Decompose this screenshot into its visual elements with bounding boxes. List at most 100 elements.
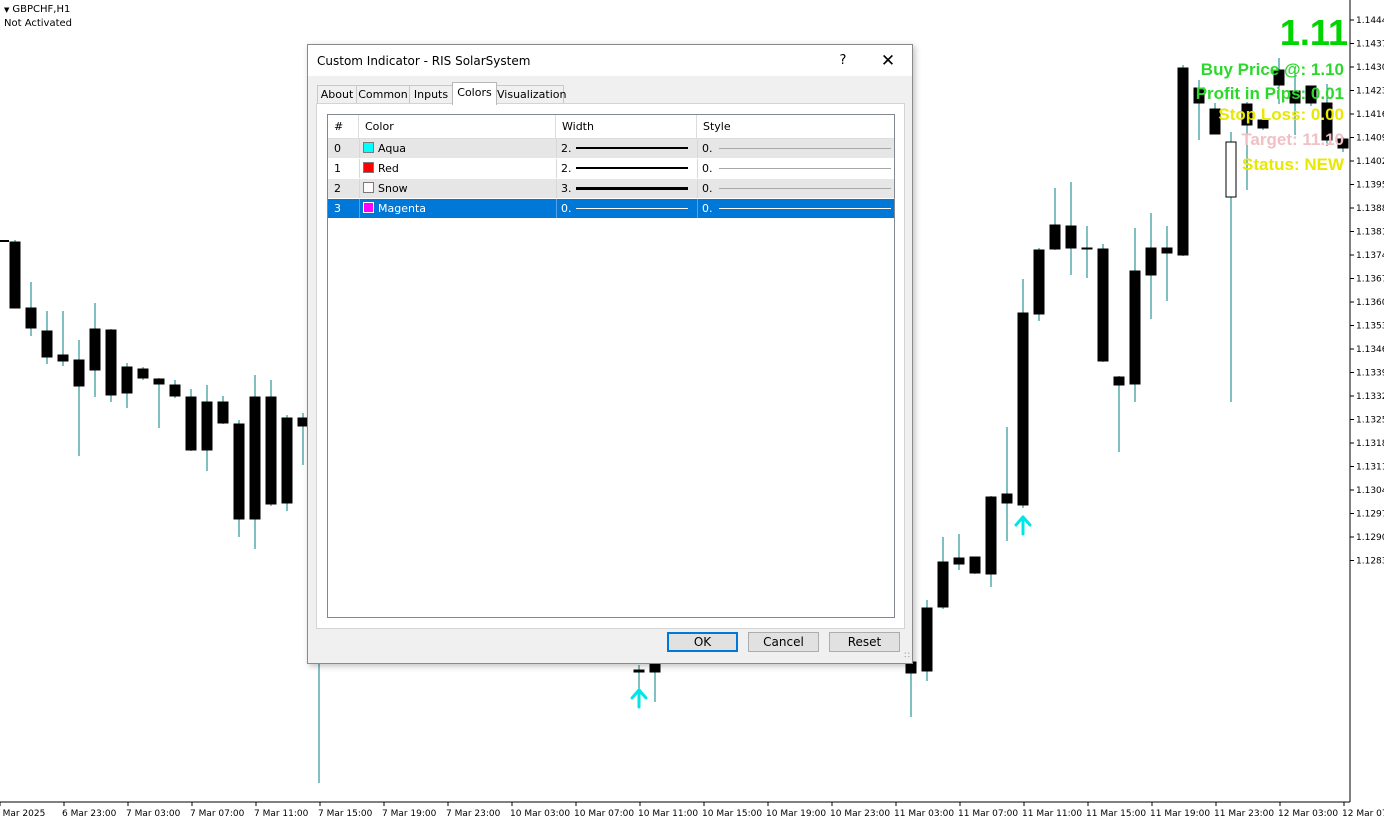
width-value: 3.: [561, 182, 572, 195]
column-style[interactable]: Style: [697, 115, 894, 138]
price-tick-label: 1.1297: [1356, 510, 1384, 520]
resize-grip-icon[interactable]: ∷: [904, 651, 910, 661]
time-axis-labels: 6 Mar 2025 6 Mar 23:00 7 Mar 03:00 7 Mar 07…: [0, 802, 1384, 819]
time-tick-label: 11 Mar 23:00: [1214, 809, 1274, 819]
candle-body: [1049, 224, 1061, 250]
time-tick-label: 6 Mar 23:00: [62, 809, 117, 819]
time-tick-label: 7 Mar 03:00: [126, 809, 181, 819]
price-tick-label: 1.1290: [1356, 533, 1384, 543]
style-cell[interactable]: 0.: [702, 139, 892, 158]
candle-body: [233, 423, 245, 520]
column-width[interactable]: Width: [556, 115, 697, 138]
candle-body: [153, 378, 165, 385]
candle-body: [921, 607, 933, 672]
candle-body: [1113, 376, 1125, 386]
column-divider: [697, 179, 698, 198]
candle-body: [185, 396, 197, 451]
width-cell[interactable]: 2.: [561, 139, 697, 158]
style-value: 0.: [702, 182, 713, 195]
row-index: 0: [334, 142, 341, 155]
color-name: Red: [378, 162, 399, 175]
color-name: Snow: [378, 182, 408, 195]
color-row-2[interactable]: 2 Snow 3. 0.: [328, 179, 894, 199]
color-swatch[interactable]: [363, 202, 374, 213]
column-color[interactable]: Color: [359, 115, 556, 138]
tab-common[interactable]: Common: [356, 85, 410, 104]
overlay-target: Target: 11.10: [1241, 130, 1344, 149]
candle-body: [281, 417, 293, 504]
color-swatch[interactable]: [363, 142, 374, 153]
price-tick-label: 1.1318: [1356, 439, 1384, 449]
candle-body: [89, 328, 101, 371]
tab-inputs[interactable]: Inputs: [409, 85, 453, 104]
candle-body: [633, 669, 645, 673]
time-tick-label: 12 Mar 07: [1342, 809, 1384, 819]
column-divider: [359, 179, 360, 198]
candle-body: [1177, 67, 1189, 256]
time-tick-label: 10 Mar 23:00: [830, 809, 890, 819]
width-cell[interactable]: 3.: [561, 179, 697, 198]
candle-body: [1017, 312, 1029, 506]
width-cell[interactable]: 0.: [561, 199, 697, 218]
column-divider: [556, 139, 557, 158]
time-tick-label: 6 Mar 2025: [0, 809, 45, 819]
width-line: [576, 147, 688, 149]
price-tick-label: 1.1332: [1356, 392, 1384, 402]
tab-colors[interactable]: Colors: [452, 82, 497, 105]
ok-button[interactable]: OK: [667, 632, 738, 652]
price-tick-label: 1.1304: [1356, 486, 1384, 496]
candle-body: [953, 557, 965, 565]
width-line: [576, 187, 688, 190]
reset-button[interactable]: Reset: [829, 632, 900, 652]
price-tick-label: 1.1374: [1356, 251, 1384, 261]
color-swatch[interactable]: [363, 182, 374, 193]
style-cell[interactable]: 0.: [702, 199, 892, 218]
candle-body: [105, 329, 117, 396]
symbol-label[interactable]: GBPCHF,H1: [4, 3, 72, 17]
help-button[interactable]: ?: [829, 50, 857, 72]
time-tick-label: 11 Mar 03:00: [894, 809, 954, 819]
time-tick-label: 7 Mar 23:00: [446, 809, 501, 819]
color-row-0[interactable]: 0 Aqua 2. 0.: [328, 139, 894, 159]
price-tick-label: 1.1353: [1356, 322, 1384, 332]
candle-body: [217, 401, 229, 424]
style-value: 0.: [702, 202, 713, 215]
candle-body: [1081, 247, 1093, 250]
candle-body: [201, 401, 213, 451]
time-tick-label: 11 Mar 07:00: [958, 809, 1018, 819]
overlay-profit: Profit in Pips: 0.01: [1195, 84, 1344, 103]
style-cell[interactable]: 0.: [702, 159, 892, 178]
price-tick-label: 1.1402: [1356, 157, 1384, 167]
time-tick-label: 7 Mar 15:00: [318, 809, 373, 819]
tab-visualization[interactable]: Visualization: [496, 85, 566, 104]
price-tick-label: 1.1437: [1356, 40, 1384, 50]
dialog-titlebar[interactable]: Custom Indicator - RIS SolarSystem ? ✕: [308, 45, 912, 76]
candle-body: [25, 307, 37, 329]
overlay-status: Status: NEW: [1242, 155, 1344, 174]
dialog-title: Custom Indicator - RIS SolarSystem: [317, 54, 531, 68]
width-line: [576, 208, 688, 209]
column-divider: [556, 159, 557, 178]
color-row-1[interactable]: 1 Red 2. 0.: [328, 159, 894, 179]
width-cell[interactable]: 2.: [561, 159, 697, 178]
row-index: 3: [334, 202, 341, 215]
price-tick-label: 1.1423: [1356, 87, 1384, 97]
cancel-button[interactable]: Cancel: [748, 632, 819, 652]
time-tick-label: 12 Mar 03:00: [1278, 809, 1338, 819]
close-button[interactable]: ✕: [874, 50, 902, 72]
candle-body: [41, 330, 53, 358]
column-divider: [359, 159, 360, 178]
colors-list[interactable]: # Color Width Style 0 Aqua 2. 0. 1 Red 2…: [327, 114, 895, 618]
overlay-price-value: 1.11: [1279, 12, 1348, 53]
time-tick-label: 10 Mar 15:00: [702, 809, 762, 819]
column-index[interactable]: #: [328, 115, 359, 138]
color-row-3[interactable]: 3 Magenta 0. 0.: [328, 199, 894, 219]
style-cell[interactable]: 0.: [702, 179, 892, 198]
candle-body: [9, 241, 21, 309]
tab-about[interactable]: About: [317, 85, 357, 104]
candle-body: [169, 384, 181, 397]
time-tick-label: 11 Mar 11:00: [1022, 809, 1082, 819]
time-tick-label: 11 Mar 15:00: [1086, 809, 1146, 819]
candle-body: [1161, 247, 1173, 254]
color-swatch[interactable]: [363, 162, 374, 173]
